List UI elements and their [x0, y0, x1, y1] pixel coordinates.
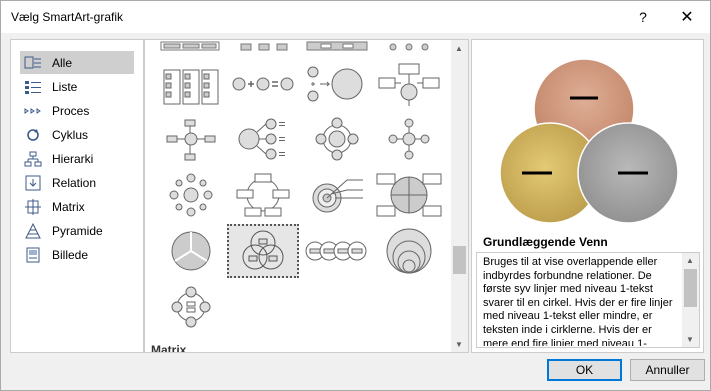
layout-thumbnail[interactable]: [227, 56, 299, 110]
title-bar: Vælg SmartArt-grafik ? ✕: [1, 1, 710, 33]
relation-icon: [24, 175, 42, 191]
layout-thumbnail[interactable]: [373, 224, 445, 278]
layout-thumbnail[interactable]: [301, 168, 373, 222]
dialog-title: Vælg SmartArt-grafik: [11, 10, 124, 24]
scroll-up-icon[interactable]: ▲: [455, 44, 463, 53]
category-label: Proces: [52, 103, 90, 118]
layout-thumbnail[interactable]: [301, 40, 373, 56]
category-label: Billede: [52, 247, 89, 262]
category-label: Alle: [52, 55, 73, 70]
layout-thumbnail[interactable]: [155, 40, 227, 56]
process-icon: [24, 103, 42, 119]
all-icon: [24, 55, 42, 71]
layout-thumbnail[interactable]: [155, 56, 227, 110]
gallery-scrollbar[interactable]: ▲ ▼: [451, 40, 468, 352]
scroll-up-icon[interactable]: ▲: [686, 256, 694, 265]
hierarchy-icon: [24, 151, 42, 167]
description-box[interactable]: Bruges til at vise overlappende eller in…: [476, 252, 700, 348]
cycle-icon: [24, 127, 42, 143]
description-scrollbar[interactable]: ▲ ▼: [682, 253, 699, 347]
gallery-scroll-thumb[interactable]: [453, 246, 466, 274]
category-item-billede[interactable]: Billede: [20, 243, 134, 266]
category-item-alle[interactable]: Alle: [20, 51, 134, 74]
layout-thumbnail[interactable]: [227, 168, 299, 222]
help-button[interactable]: ?: [623, 1, 663, 33]
category-label: Relation: [52, 175, 97, 190]
matrix-icon: [24, 198, 42, 215]
list-icon: [24, 79, 42, 95]
preview-panel: Grundlæggende Venn Bruges til at vise ov…: [471, 39, 704, 353]
layout-thumbnail-basic-venn[interactable]: [227, 224, 299, 278]
layout-thumbnail[interactable]: [155, 280, 227, 334]
layout-gallery: Matrix ▲ ▼: [144, 39, 469, 353]
category-item-relation[interactable]: Relation: [20, 171, 134, 194]
layout-thumbnail[interactable]: [301, 112, 373, 166]
category-item-matrix[interactable]: Matrix: [20, 195, 134, 218]
category-label: Hierarki: [52, 151, 94, 166]
category-label: Matrix: [52, 199, 85, 214]
gallery-section-label: Matrix: [151, 343, 187, 353]
layout-thumbnail[interactable]: [373, 40, 445, 56]
category-list: Alle Liste Proces Cyklus Hierarki Relati…: [10, 39, 144, 353]
layout-thumbnail[interactable]: [301, 224, 373, 278]
ok-button[interactable]: OK: [547, 359, 622, 381]
layout-thumbnail[interactable]: [301, 56, 373, 110]
close-button[interactable]: ✕: [667, 1, 707, 33]
venn-preview-image: [499, 58, 679, 224]
smartart-dialog: Vælg SmartArt-grafik ? ✕ Alle Liste Proc…: [0, 0, 711, 391]
layout-thumbnail[interactable]: [373, 168, 445, 222]
category-label: Pyramide: [52, 223, 103, 238]
category-label: Cyklus: [52, 127, 89, 142]
scroll-down-icon[interactable]: ▼: [686, 335, 694, 344]
layout-thumbnail[interactable]: [373, 56, 445, 110]
category-item-proces[interactable]: Proces: [20, 99, 134, 122]
layout-thumbnail[interactable]: [227, 40, 299, 56]
category-item-hierarki[interactable]: Hierarki: [20, 147, 134, 170]
layout-thumbnail[interactable]: [227, 112, 299, 166]
layout-thumbnail[interactable]: [373, 112, 445, 166]
preview-title: Grundlæggende Venn: [483, 235, 608, 249]
picture-icon: [24, 247, 42, 263]
pyramid-icon: [24, 222, 42, 239]
layout-thumbnail[interactable]: [155, 168, 227, 222]
category-item-liste[interactable]: Liste: [20, 75, 134, 98]
layout-thumbnail[interactable]: [155, 224, 227, 278]
category-item-pyramide[interactable]: Pyramide: [20, 219, 134, 242]
cancel-button[interactable]: Annuller: [630, 359, 705, 381]
scroll-down-icon[interactable]: ▼: [455, 340, 463, 349]
layout-thumbnail[interactable]: [155, 112, 227, 166]
description-text: Bruges til at vise overlappende eller in…: [483, 256, 673, 346]
category-item-cyklus[interactable]: Cyklus: [20, 123, 134, 146]
description-scroll-thumb[interactable]: [684, 269, 697, 307]
category-label: Liste: [52, 79, 78, 94]
